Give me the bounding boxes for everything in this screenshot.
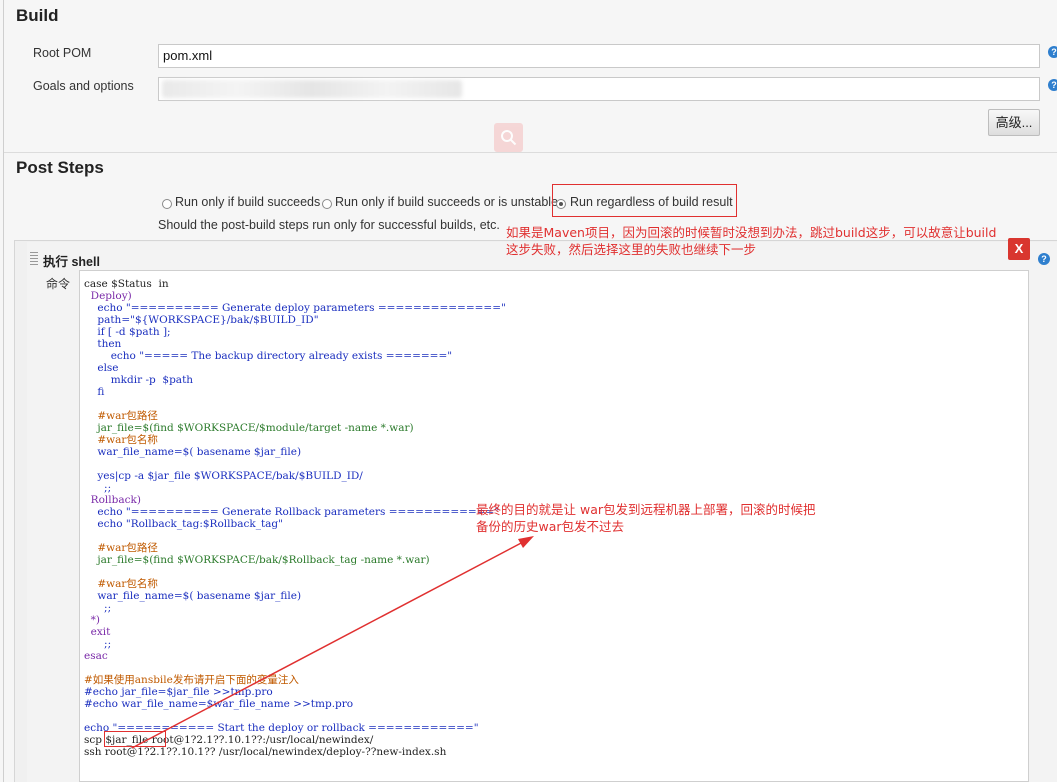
annotation-arrow-icon	[131, 536, 534, 749]
